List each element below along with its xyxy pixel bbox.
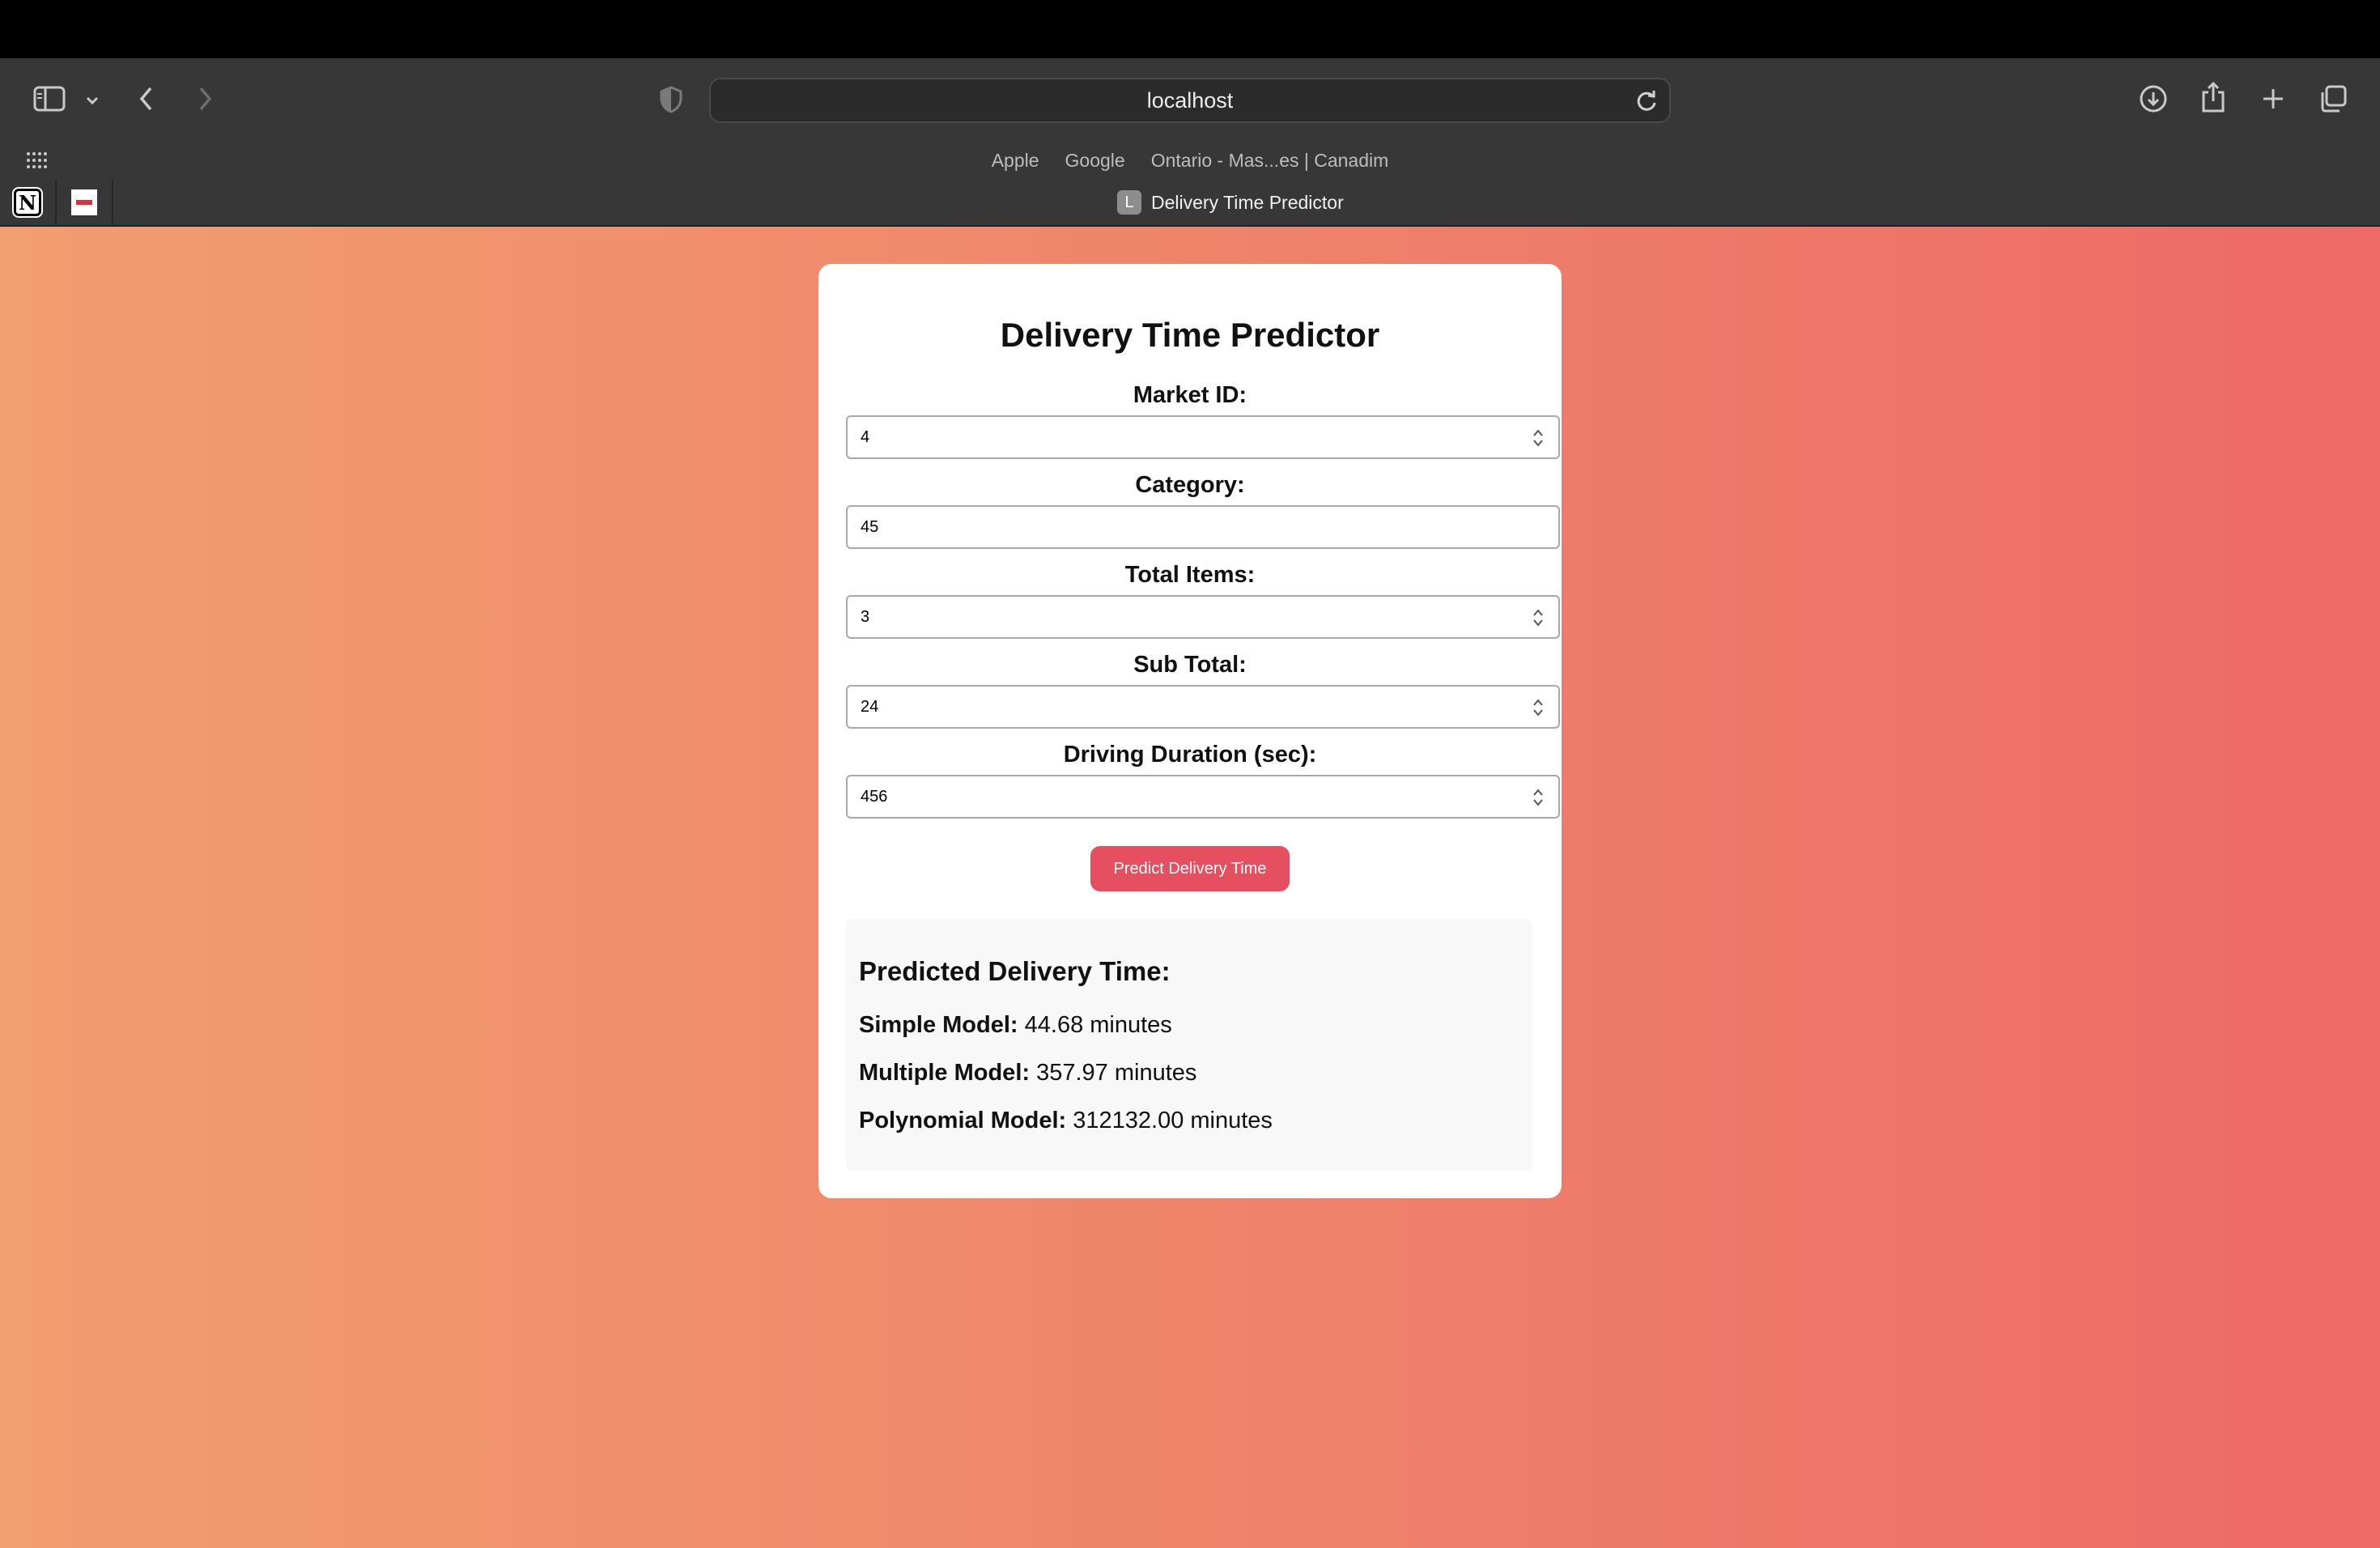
- result-label: Multiple Model:: [859, 1060, 1031, 1086]
- result-label: Polynomial Model:: [859, 1108, 1067, 1133]
- driving-duration-value[interactable]: [848, 776, 1558, 817]
- system-menu-bar: [0, 0, 2380, 58]
- sub-total-input[interactable]: [846, 685, 1560, 729]
- address-bar[interactable]: localhost: [709, 78, 1671, 123]
- total-items-input[interactable]: [846, 595, 1560, 639]
- favorites-bar: Apple Google Ontario - Mas...es | Canadi…: [0, 141, 2380, 180]
- favorite-ontario[interactable]: Ontario - Mas...es | Canadim: [1151, 150, 1389, 172]
- result-label: Simple Model:: [859, 1012, 1018, 1038]
- total-items-label: Total Items:: [1124, 562, 1256, 588]
- spinner-icon[interactable]: [1532, 606, 1544, 629]
- market-id-input[interactable]: [846, 415, 1560, 459]
- result-simple-model: Simple Model: 44.68 minutes: [859, 1012, 1172, 1039]
- share-icon[interactable]: [2199, 79, 2228, 115]
- market-id-value[interactable]: [848, 417, 1558, 457]
- category-label: Category:: [1135, 472, 1245, 498]
- driving-duration-input[interactable]: [846, 775, 1560, 819]
- spinner-icon[interactable]: [1532, 696, 1544, 719]
- url-text: localhost: [1146, 87, 1234, 113]
- download-icon[interactable]: [2137, 83, 2170, 115]
- tab-title: Delivery Time Predictor: [1151, 191, 1344, 213]
- total-items-value[interactable]: [848, 597, 1558, 637]
- spinner-icon[interactable]: [1532, 786, 1544, 809]
- page-title: Delivery Time Predictor: [1000, 316, 1380, 354]
- sidebar-toggle-icon[interactable]: [31, 83, 68, 115]
- result-polynomial-model: Polynomial Model: 312132.00 minutes: [859, 1108, 1273, 1134]
- forward-icon[interactable]: [193, 83, 217, 115]
- sub-total-label: Sub Total:: [1133, 652, 1247, 678]
- favorite-apple[interactable]: Apple: [992, 150, 1039, 172]
- results-panel: Predicted Delivery Time: Simple Model: 4…: [846, 919, 1532, 1171]
- predict-button[interactable]: Predict Delivery Time: [1090, 846, 1290, 891]
- result-multiple-model: Multiple Model: 357.97 minutes: [859, 1060, 1196, 1087]
- sub-total-value[interactable]: [848, 687, 1558, 727]
- favorite-google[interactable]: Google: [1065, 150, 1125, 172]
- privacy-shield-icon[interactable]: [657, 84, 685, 115]
- new-tab-icon[interactable]: [2257, 83, 2289, 115]
- result-value: 44.68 minutes: [1024, 1012, 1172, 1038]
- category-input[interactable]: [846, 505, 1560, 549]
- pinned-tab-canada-post[interactable]: [57, 180, 113, 225]
- spinner-icon[interactable]: [1532, 427, 1544, 449]
- tab-bar: N L Delivery Time Predictor: [0, 180, 2380, 227]
- result-value: 312132.00 minutes: [1073, 1108, 1273, 1133]
- notion-icon: N: [12, 187, 43, 218]
- chevron-down-icon[interactable]: [81, 89, 104, 112]
- tab-favicon: L: [1117, 190, 1141, 215]
- tab-active[interactable]: L Delivery Time Predictor: [1117, 180, 1344, 225]
- predictor-card: Delivery Time Predictor Market ID: Categ…: [818, 264, 1562, 1198]
- category-value[interactable]: [848, 507, 1558, 547]
- back-icon[interactable]: [134, 83, 159, 115]
- canada-post-icon: [71, 189, 97, 215]
- tab-overview-icon[interactable]: [2317, 83, 2349, 115]
- reload-icon[interactable]: [1635, 89, 1658, 117]
- pinned-tab-notion[interactable]: N: [0, 180, 57, 225]
- driving-duration-label: Driving Duration (sec):: [1063, 742, 1317, 768]
- result-value: 357.97 minutes: [1036, 1060, 1197, 1086]
- market-id-label: Market ID:: [1133, 382, 1247, 408]
- results-title: Predicted Delivery Time:: [859, 956, 1171, 986]
